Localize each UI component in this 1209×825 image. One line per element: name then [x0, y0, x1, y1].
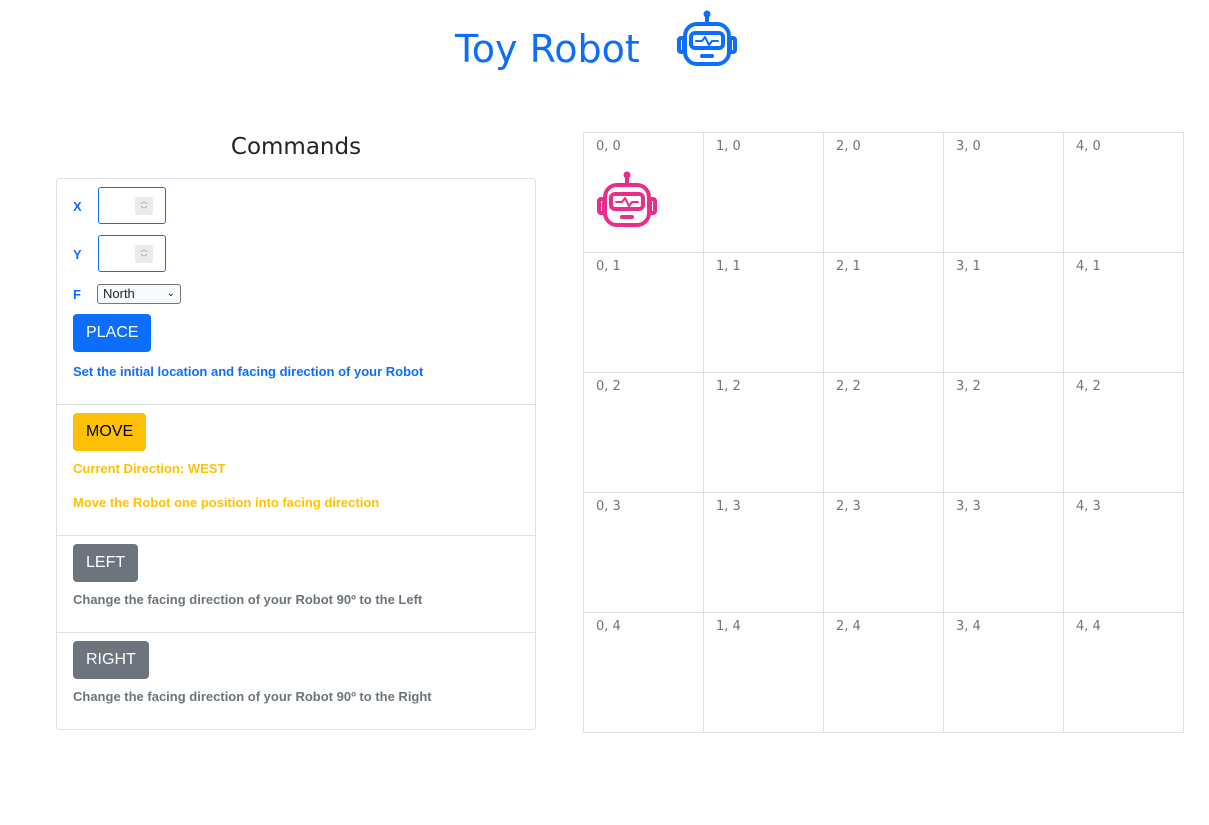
board-cell: 0, 2 — [583, 372, 704, 493]
left-button[interactable]: LEFT — [73, 544, 139, 582]
cell-coordinate-label: 0, 3 — [596, 499, 621, 514]
cell-coordinate-label: 3, 2 — [956, 379, 981, 394]
chevron-down-icon: ⌄ — [166, 288, 175, 299]
cell-coordinate-label: 4, 2 — [1076, 379, 1101, 394]
cell-coordinate-label: 1, 2 — [716, 379, 741, 394]
commands-title: Commands — [230, 134, 362, 160]
board-cell: 3, 2 — [943, 372, 1064, 493]
robot-icon — [597, 171, 657, 227]
place-section: X ︿ ﹀ Y ︿ ﹀ F North ⌄ PLACE Set the initia… — [57, 179, 535, 404]
move-button[interactable]: MOVE — [73, 413, 147, 451]
board-cell: 1, 2 — [703, 372, 824, 493]
right-section: RIGHT Change the facing direction of you… — [57, 632, 535, 729]
x-label: X — [73, 199, 82, 214]
f-label: F — [73, 287, 81, 302]
cell-coordinate-label: 2, 3 — [836, 499, 861, 514]
board-cell: 4, 4 — [1063, 612, 1184, 733]
board-grid: 0, 0 1, 0 2, 0 3, 0 4, 0 0, 1 1, 1 2, 1 3, 1 4, 1… — [583, 132, 1184, 733]
board-cell: 1, 0 — [703, 132, 824, 253]
board-cell: 3, 4 — [943, 612, 1064, 733]
board-cell: 2, 2 — [823, 372, 944, 493]
facing-select[interactable]: North ⌄ — [97, 284, 181, 304]
cell-coordinate-label: 1, 3 — [716, 499, 741, 514]
board-cell: 3, 1 — [943, 252, 1064, 373]
current-direction-text: Current Direction: WEST — [73, 461, 226, 476]
cell-coordinate-label: 0, 0 — [596, 139, 621, 154]
facing-select-value: North — [103, 286, 135, 301]
board-cell: 3, 3 — [943, 492, 1064, 613]
board-cell: 0, 1 — [583, 252, 704, 373]
cell-coordinate-label: 0, 1 — [596, 259, 621, 274]
cell-coordinate-label: 4, 4 — [1076, 619, 1101, 634]
board-cell: 0, 3 — [583, 492, 704, 613]
board-cell: 2, 3 — [823, 492, 944, 613]
left-section: LEFT Change the facing direction of your… — [57, 535, 535, 633]
y-label: Y — [73, 247, 82, 262]
cell-coordinate-label: 2, 4 — [836, 619, 861, 634]
board-cell: 2, 1 — [823, 252, 944, 373]
cell-coordinate-label: 3, 1 — [956, 259, 981, 274]
right-button[interactable]: RIGHT — [73, 641, 149, 679]
board-cell: 4, 3 — [1063, 492, 1184, 613]
stepper-icon[interactable]: ︿ ﹀ — [135, 197, 153, 215]
cell-coordinate-label: 3, 4 — [956, 619, 981, 634]
cell-coordinate-label: 4, 3 — [1076, 499, 1101, 514]
cell-coordinate-label: 4, 1 — [1076, 259, 1101, 274]
cell-coordinate-label: 0, 4 — [596, 619, 621, 634]
header: Toy Robot — [0, 0, 1209, 100]
board-cell: 0, 4 — [583, 612, 704, 733]
right-help-text: Change the facing direction of your Robo… — [73, 689, 432, 704]
y-input[interactable]: ︿ ﹀ — [98, 235, 166, 272]
robot-logo-icon — [677, 10, 737, 66]
place-button[interactable]: PLACE — [73, 314, 152, 352]
cell-coordinate-label: 3, 0 — [956, 139, 981, 154]
cell-coordinate-label: 2, 1 — [836, 259, 861, 274]
board-cell: 1, 3 — [703, 492, 824, 613]
cell-coordinate-label: 1, 0 — [716, 139, 741, 154]
board-cell: 1, 4 — [703, 612, 824, 733]
move-help-text: Move the Robot one position into facing … — [73, 495, 380, 510]
board-cell: 4, 1 — [1063, 252, 1184, 373]
board-cell: 1, 1 — [703, 252, 824, 373]
stepper-icon[interactable]: ︿ ﹀ — [135, 245, 153, 263]
cell-coordinate-label: 4, 0 — [1076, 139, 1101, 154]
board-cell: 2, 4 — [823, 612, 944, 733]
left-help-text: Change the facing direction of your Robo… — [73, 592, 423, 607]
cell-coordinate-label: 1, 4 — [716, 619, 741, 634]
board-cell: 0, 0 — [583, 132, 704, 253]
board-cell: 4, 0 — [1063, 132, 1184, 253]
board-cell: 3, 0 — [943, 132, 1064, 253]
app-title: Toy Robot — [455, 27, 640, 71]
move-section: MOVE Current Direction: WEST Move the Ro… — [57, 404, 535, 536]
x-input[interactable]: ︿ ﹀ — [98, 187, 166, 224]
cell-coordinate-label: 1, 1 — [716, 259, 741, 274]
cell-coordinate-label: 2, 2 — [836, 379, 861, 394]
cell-coordinate-label: 3, 3 — [956, 499, 981, 514]
board-cell: 2, 0 — [823, 132, 944, 253]
place-help-text: Set the initial location and facing dire… — [73, 364, 424, 379]
cell-coordinate-label: 2, 0 — [836, 139, 861, 154]
cell-coordinate-label: 0, 2 — [596, 379, 621, 394]
board-cell: 4, 2 — [1063, 372, 1184, 493]
commands-panel: X ︿ ﹀ Y ︿ ﹀ F North ⌄ PLACE Set the initia… — [56, 178, 536, 730]
